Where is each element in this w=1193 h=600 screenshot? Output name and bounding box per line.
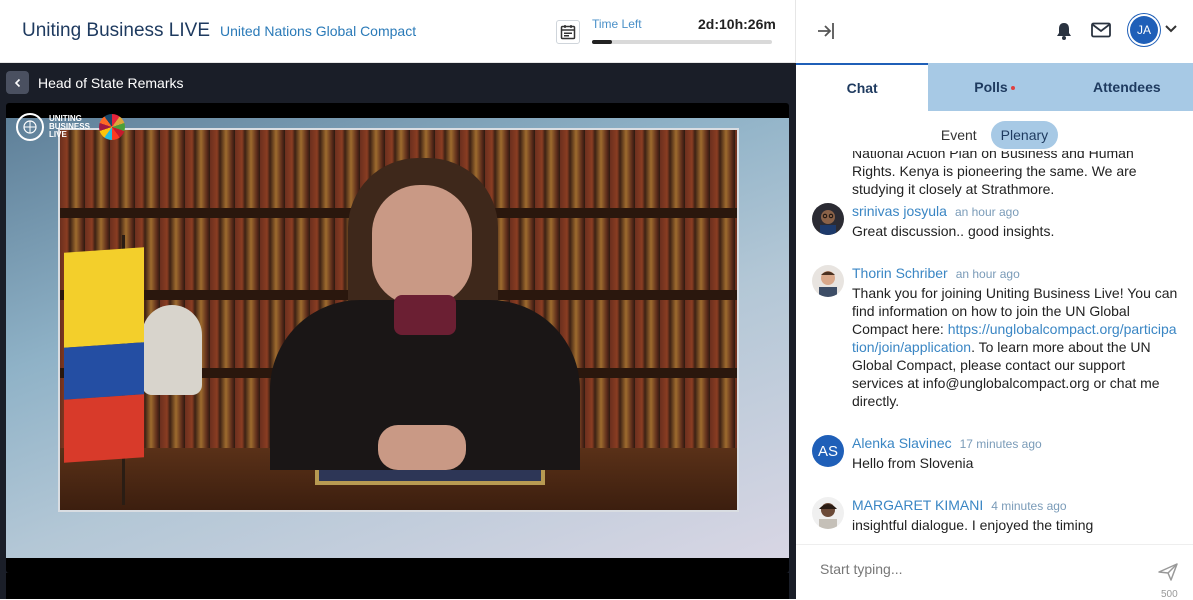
chat-subtabs: Event Plenary [796,119,1193,151]
video-stage: Head of State Remarks UNITING BUSINESS L… [0,63,796,599]
message-author[interactable]: Thorin Schriber [852,265,948,281]
time-progress-bar [592,40,772,44]
message-text: Thank you for joining Uniting Business L… [852,285,1178,409]
side-panel: Chat Polls Attendees Event Plenary Natio… [796,63,1193,600]
event-logo: UNITING BUSINESS LIVE [16,113,125,141]
chat-input-bar: 500 [796,544,1193,600]
chat-message: MARGARET KIMANI 4 minutes ago insightful… [812,497,1180,534]
sdg-wheel-icon [99,114,125,140]
tab-attendees[interactable]: Attendees [1060,63,1193,111]
subtab-event[interactable]: Event [931,121,987,149]
app-title: Uniting Business LIVE [22,20,210,41]
time-left-value: 2d:10h:26m [698,16,776,32]
calendar-button[interactable] [556,20,580,44]
bell-icon[interactable] [1055,21,1073,41]
message-author[interactable]: MARGARET KIMANI [852,497,983,513]
tab-chat[interactable]: Chat [796,63,929,111]
user-avatar[interactable]: JA [1130,16,1158,44]
logo-text: UNITING BUSINESS LIVE [49,114,90,139]
notification-dot [1010,86,1015,90]
chat-message: Thorin Schriber an hour ago Thank you fo… [812,265,1180,410]
chat-messages[interactable]: National Action Plan on Business and Hum… [796,151,1193,544]
message-time: an hour ago [955,267,1020,281]
chat-message: AS Alenka Slavinec 17 minutes ago Hello … [812,435,1180,472]
bust-statue [142,305,202,395]
tab-polls[interactable]: Polls [928,63,1061,111]
subtab-plenary[interactable]: Plenary [990,121,1059,149]
message-text: National Action Plan on Business and Hum… [852,151,1137,197]
avatar: AS [812,435,844,467]
avatar [812,203,844,235]
message-time: 4 minutes ago [991,499,1067,513]
chat-message: National Action Plan on Business and Hum… [812,151,1180,198]
collapse-panel-icon[interactable] [816,20,836,42]
send-icon[interactable] [1158,563,1178,581]
speaker-video [58,128,739,512]
un-emblem-icon [16,113,44,141]
session-title: Head of State Remarks [38,74,184,91]
chevron-down-icon[interactable] [1165,24,1177,34]
top-header: Uniting Business LIVE United Nations Glo… [0,0,795,63]
char-limit: 500 [1161,589,1178,600]
time-left-label: Time Left [592,17,642,31]
stage-title-bar: Head of State Remarks [6,71,184,94]
org-link[interactable]: United Nations Global Compact [220,23,416,39]
panel-header: JA [795,0,1193,63]
message-text: insightful dialogue. I enjoyed the timin… [852,517,1094,533]
mail-icon[interactable] [1091,22,1111,38]
message-text: Hello from Slovenia [852,455,974,471]
back-button[interactable] [6,71,29,94]
chat-message: srinivas josyula an hour ago Great discu… [812,203,1180,240]
avatar [812,497,844,529]
calendar-icon [560,25,576,40]
message-text: Great discussion.. good insights. [852,223,1055,239]
chat-input[interactable] [804,553,1154,585]
message-author[interactable]: srinivas josyula [852,203,947,219]
avatar [812,265,844,297]
back-chevron-icon [14,78,20,87]
message-author[interactable]: Alenka Slavinec [852,435,952,451]
video-player[interactable]: UNITING BUSINESS LIVE [6,103,789,573]
panel-tabs: Chat Polls Attendees [796,63,1193,111]
message-time: an hour ago [954,205,1019,219]
flag [64,247,144,463]
message-time: 17 minutes ago [959,437,1042,451]
time-progress-fill [592,40,612,44]
